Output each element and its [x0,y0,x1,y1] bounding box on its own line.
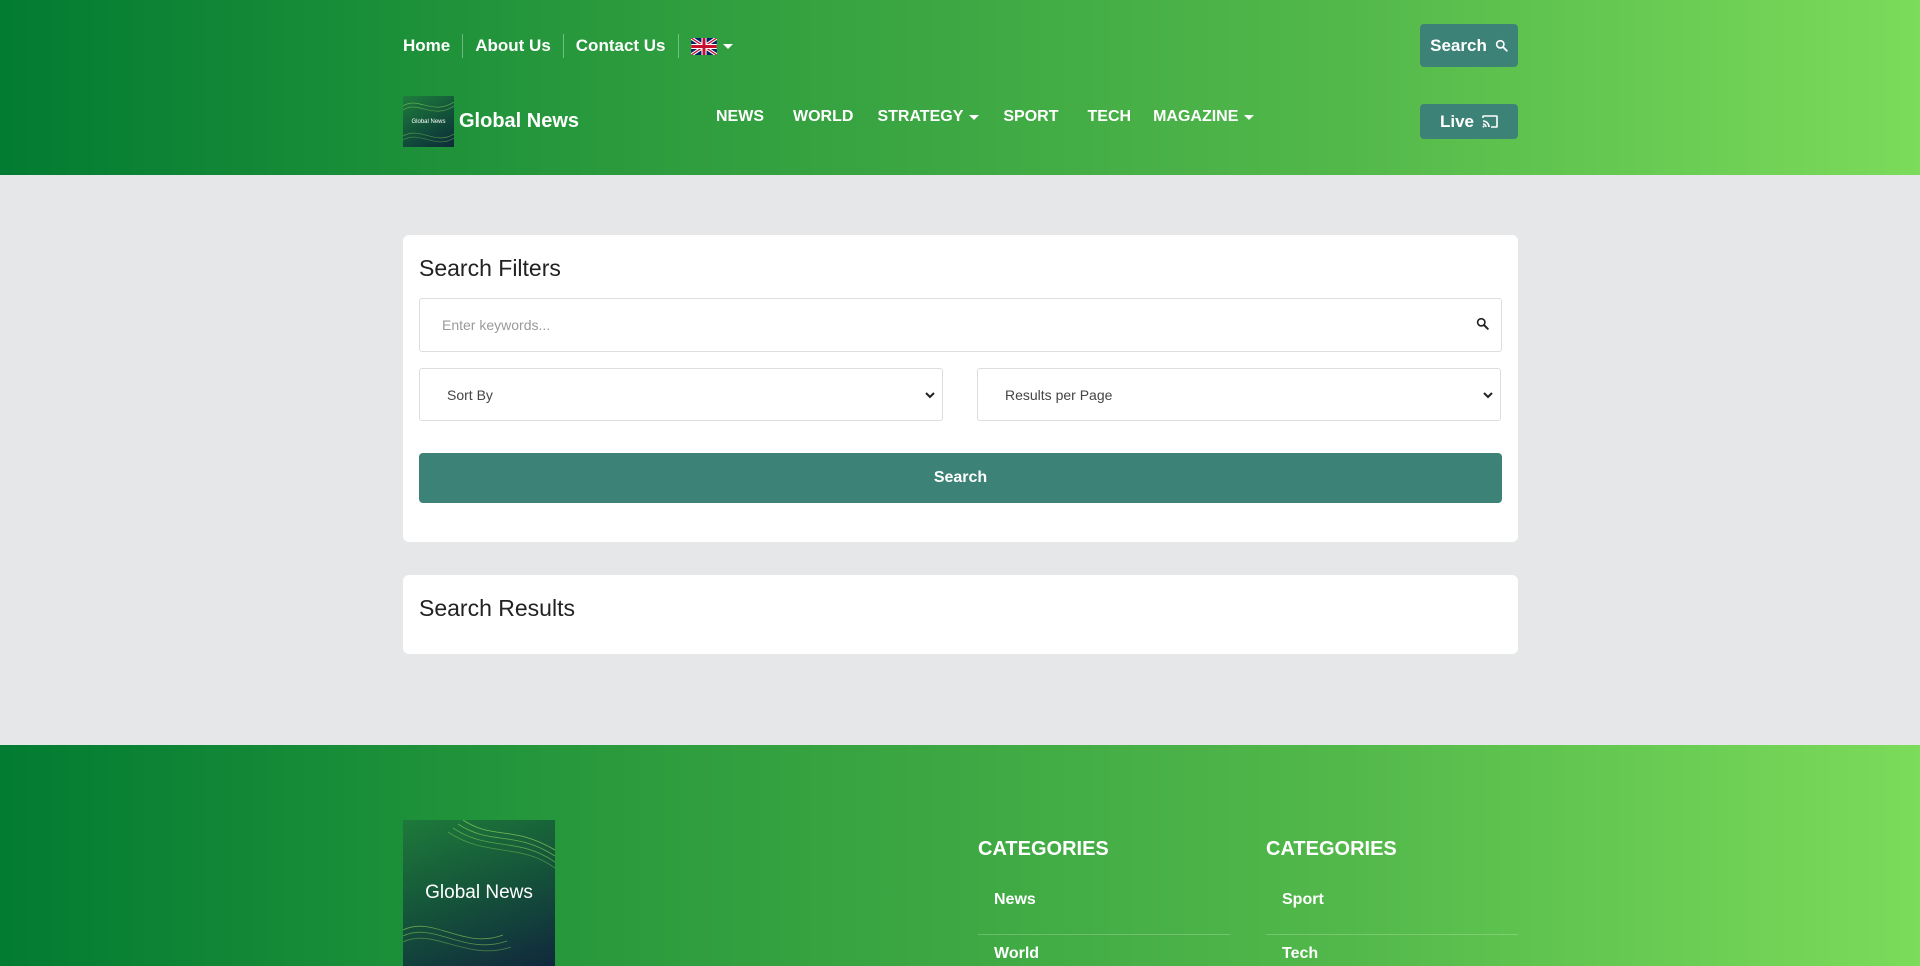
top-nav-contact-us[interactable]: Contact Us [562,34,678,58]
footer-logo[interactable]: Global News [403,820,555,966]
main-nav-tech-label: TECH [1087,108,1132,125]
search-icon[interactable] [1476,317,1489,330]
search-results-card: Search Results [403,575,1518,654]
main-nav-world-label: WORLD [793,108,854,125]
main-nav-strategy[interactable]: STRATEGY [877,108,980,126]
search-filters-title: Search Filters [419,255,561,281]
main-nav-magazine-label: MAGAZINE [1153,108,1239,125]
main-nav-magazine[interactable]: MAGAZINE [1153,108,1255,126]
footer-link-tech[interactable]: Tech [1266,935,1518,966]
search-submit-button[interactable]: Search [419,453,1502,503]
live-label: Live [1439,111,1475,131]
chevron-down-icon [969,114,980,120]
top-nav-home[interactable]: Home [403,34,462,58]
sort-by-value: Sort By [447,386,493,403]
site-footer: Global News CATEGORIES News World CATEGO… [0,745,1920,966]
chevron-down-icon [1244,114,1255,120]
search-results-title: Search Results [419,595,575,621]
brand[interactable]: Global News Global News [403,96,579,147]
main-bar: Global News Global News NEWS WORLD STRAT… [403,94,1518,147]
footer-categories-column: CATEGORIES News World [978,838,1230,966]
main-nav-news[interactable]: NEWS [716,108,764,126]
top-bar: Home About Us Contact Us Search [403,24,1518,68]
footer-logo-text: Global News [425,882,533,903]
uk-flag-icon [690,37,717,55]
chevron-down-icon [1483,391,1493,398]
main-nav: NEWS WORLD STRATEGY SPORT TECH MAGAZINE [716,108,1255,126]
header-search-label: Search [1430,35,1487,55]
top-nav-about-us[interactable]: About Us [462,34,563,58]
footer-link-news[interactable]: News [978,881,1230,935]
main-nav-news-label: NEWS [716,108,764,125]
top-nav: Home About Us Contact Us [403,34,745,58]
brand-logo-text: Global News [411,118,446,125]
main-nav-tech[interactable]: TECH [1088,108,1132,126]
cast-icon [1482,114,1498,128]
language-selector[interactable] [677,34,745,58]
footer-link-world[interactable]: World [978,935,1230,966]
footer-column-title: CATEGORIES [1266,838,1397,860]
live-button[interactable]: Live [1420,104,1518,139]
header-search-button[interactable]: Search [1420,24,1518,67]
sort-by-select[interactable]: Sort By [419,368,943,421]
chevron-down-icon [722,43,733,49]
footer-link-sport[interactable]: Sport [1266,881,1518,935]
site-header: Home About Us Contact Us Search Global N… [0,0,1920,175]
main-nav-strategy-label: STRATEGY [877,108,964,125]
brand-name: Global News [459,110,580,132]
search-icon [1495,39,1508,52]
keyword-search-field [419,298,1502,352]
results-per-page-value: Results per Page [1005,386,1113,403]
main-nav-sport[interactable]: SPORT [1003,108,1058,126]
keyword-input[interactable] [420,299,1501,351]
main-nav-sport-label: SPORT [1003,108,1059,125]
footer-column-title: CATEGORIES [978,838,1109,860]
search-filters-card: Search Filters Sort By Results per Page … [403,235,1518,542]
brand-logo: Global News [403,96,454,147]
footer-categories-column: CATEGORIES Sport Tech [1266,838,1518,966]
results-per-page-select[interactable]: Results per Page [977,368,1501,421]
chevron-down-icon [925,391,935,398]
main-nav-world[interactable]: WORLD [793,108,853,126]
